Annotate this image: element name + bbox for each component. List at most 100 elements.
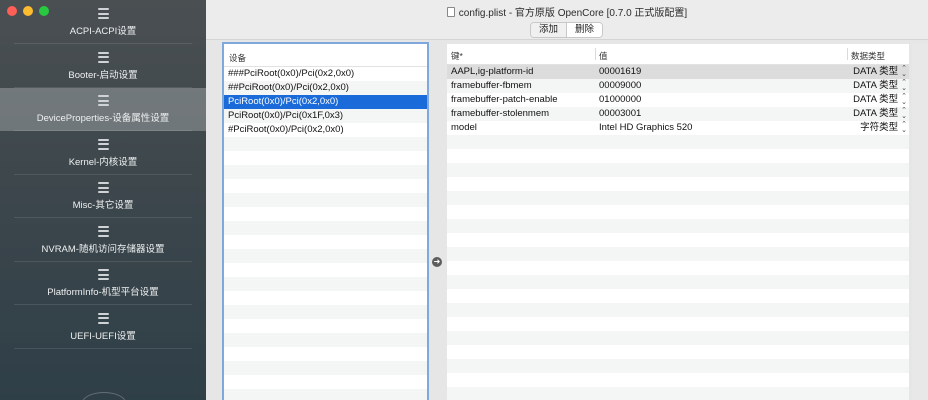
sidebar-item-booter[interactable]: Booter-启动设置 (0, 45, 206, 88)
chevron-up-down-icon: ⌃ ⌄ (901, 107, 907, 120)
property-type-select[interactable]: DATA 类型 ⌃ ⌄ (847, 65, 909, 79)
property-value[interactable]: 00003001 (595, 107, 847, 121)
window-title-text: config.plist - 官方原版 OpenCore [0.7.0 正式版配… (458, 8, 688, 19)
device-row[interactable]: PciRoot(0x0)/Pci(0x1F,0x3) (224, 109, 427, 123)
window-background-edge (912, 44, 928, 400)
property-type-select[interactable]: DATA 类型 ⌃ ⌄ (847, 93, 909, 107)
empty-row (447, 289, 909, 303)
chevron-up-down-icon: ⌃ ⌄ (901, 121, 907, 134)
property-value[interactable]: 01000000 (595, 93, 847, 107)
empty-row (447, 373, 909, 387)
property-type-select[interactable]: DATA 类型 ⌃ ⌄ (847, 107, 909, 121)
property-type-label: DATA 类型 (853, 66, 899, 77)
list-icon (97, 95, 109, 106)
sidebar-item-label: DeviceProperties-设备属性设置 (36, 113, 170, 124)
list-icon (97, 138, 109, 150)
empty-row (224, 389, 427, 400)
list-icon (97, 225, 109, 237)
empty-row (224, 193, 427, 207)
empty-row (224, 277, 427, 291)
empty-row (447, 163, 909, 177)
property-row[interactable]: framebuffer-fbmem 00009000 DATA 类型 ⌃ ⌄ (447, 79, 909, 93)
property-row[interactable]: AAPL,ig-platform-id 00001619 DATA 类型 ⌃ ⌄ (447, 65, 909, 79)
sidebar-divider (14, 347, 192, 349)
property-key[interactable]: framebuffer-fbmem (447, 79, 595, 93)
key-column-header[interactable]: 键* (447, 44, 595, 64)
empty-row (447, 261, 909, 275)
property-key[interactable]: framebuffer-stolenmem (447, 107, 595, 121)
property-value[interactable]: Intel HD Graphics 520 (595, 121, 847, 135)
chevron-up-down-icon: ⌃ ⌄ (901, 65, 907, 78)
empty-row (447, 317, 909, 331)
sidebar-item-label: Misc-其它设置 (72, 200, 134, 211)
chevron-up-down-icon: ⌃ ⌄ (901, 79, 907, 92)
empty-row (447, 177, 909, 191)
add-button[interactable]: 添加 (531, 23, 568, 37)
property-type-select[interactable]: 字符类型 ⌃ ⌄ (847, 121, 909, 135)
sidebar-item-kernel[interactable]: Kernel-内核设置 (0, 132, 206, 175)
property-key[interactable]: AAPL,ig-platform-id (447, 65, 595, 79)
device-row[interactable]: ##PciRoot(0x0)/Pci(0x2,0x0) (224, 81, 427, 95)
property-key[interactable]: model (447, 121, 595, 135)
sidebar-item-misc[interactable]: Misc-其它设置 (0, 175, 206, 218)
sidebar-item-label: ACPI-ACPI设置 (69, 26, 137, 37)
type-column-header[interactable]: 数据类型 (847, 44, 909, 64)
property-value[interactable]: 00009000 (595, 79, 847, 93)
property-row[interactable]: model Intel HD Graphics 520 字符类型 ⌃ ⌄ (447, 121, 909, 135)
properties-table[interactable]: 键* 值 数据类型 AAPL,ig-platform-id 00001619 DAT… (447, 44, 909, 400)
empty-row (447, 191, 909, 205)
empty-row (447, 247, 909, 261)
empty-row (224, 305, 427, 319)
sidebar-item-deviceproperties[interactable]: DeviceProperties-设备属性设置 (0, 88, 206, 131)
empty-row (447, 387, 909, 400)
property-type-select[interactable]: DATA 类型 ⌃ ⌄ (847, 79, 909, 93)
properties-header-row: 键* 值 数据类型 (447, 44, 909, 65)
empty-row (224, 207, 427, 221)
sidebar-item-nvram[interactable]: NVRAM-随机访问存储器设置 (0, 219, 206, 262)
property-key[interactable]: framebuffer-patch-enable (447, 93, 595, 107)
device-row[interactable]: PciRoot(0x0)/Pci(0x2,0x0) (224, 95, 427, 109)
property-type-label: 字符类型 (860, 122, 899, 133)
empty-row (447, 275, 909, 289)
sidebar: ACPI-ACPI设置 Booter-启动设置 DeviceProperties-设… (0, 0, 206, 400)
chevron-up-down-icon: ⌃ ⌄ (901, 93, 907, 106)
empty-row (224, 361, 427, 375)
property-row[interactable]: framebuffer-stolenmem 00003001 DATA 类型 ⌃ ⌄ (447, 107, 909, 121)
empty-row (224, 179, 427, 193)
empty-row (447, 345, 909, 359)
sidebar-item-uefi[interactable]: UEFI-UEFI设置 (0, 306, 206, 349)
property-row[interactable]: framebuffer-patch-enable 01000000 DATA 类型 ⌃… (447, 93, 909, 107)
sidebar-item-label: NVRAM-随机访问存储器设置 (41, 243, 165, 255)
value-column-header[interactable]: 值 (595, 44, 847, 64)
sidebar-item-label: Kernel-内核设置 (68, 156, 138, 168)
empty-row (224, 235, 427, 249)
list-icon (97, 312, 109, 324)
empty-row (224, 137, 427, 151)
property-type-label: DATA 类型 (853, 94, 899, 105)
list-icon (97, 269, 109, 280)
property-value[interactable]: 00001619 (595, 65, 847, 79)
window-title: config.plist - 官方原版 OpenCore [0.7.0 正式版配… (206, 4, 928, 19)
delete-button[interactable]: 删除 (567, 23, 603, 37)
device-row[interactable]: ###PciRoot(0x0)/Pci(0x2,0x0) (224, 67, 427, 81)
empty-row (447, 135, 909, 149)
empty-row (224, 333, 427, 347)
sidebar-decoration (82, 392, 126, 400)
list-icon (97, 8, 109, 19)
document-icon (446, 6, 455, 17)
sidebar-item-label: PlatformInfo-机型平台设置 (47, 287, 159, 298)
empty-row (224, 291, 427, 305)
arrow-right-icon[interactable]: ➜ (432, 257, 442, 267)
empty-row (447, 219, 909, 233)
devices-column-header[interactable]: 设备 (224, 44, 427, 67)
sidebar-item-label: UEFI-UEFI设置 (70, 330, 136, 342)
empty-row (224, 249, 427, 263)
list-icon (97, 51, 109, 63)
empty-row (224, 221, 427, 235)
empty-row (224, 263, 427, 277)
devices-table[interactable]: 设备 ###PciRoot(0x0)/Pci(0x2,0x0) ##PciRoot… (222, 42, 429, 400)
sidebar-item-acpi[interactable]: ACPI-ACPI设置 (0, 1, 206, 44)
sidebar-item-platforminfo[interactable]: PlatformInfo-机型平台设置 (0, 262, 206, 305)
empty-row (447, 205, 909, 219)
device-row[interactable]: #PciRoot(0x0)/Pci(0x2,0x0) (224, 123, 427, 137)
